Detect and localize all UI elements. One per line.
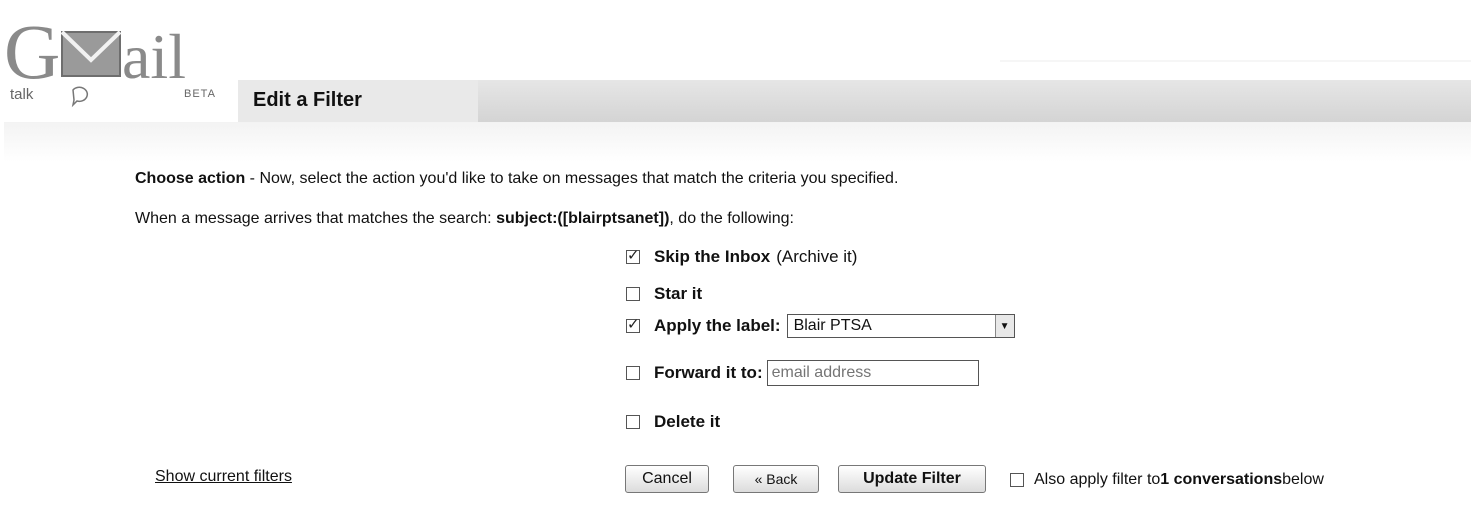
apply-existing-count: 1 conversations <box>1160 471 1283 488</box>
apply-label-label: Apply the label: <box>654 316 781 335</box>
forward-email-input[interactable] <box>766 360 979 386</box>
match-prefix: When a message arrives that matches the … <box>135 210 497 227</box>
forward-checkbox[interactable] <box>626 366 640 380</box>
apply-existing-checkbox[interactable] <box>1010 473 1024 487</box>
instructions: Choose action - Now, select the action y… <box>135 170 898 188</box>
apply-existing-suffix: below <box>1282 471 1324 488</box>
action-apply-label[interactable]: Apply the label: Blair PTSA ▼ <box>626 313 1015 339</box>
match-description: When a message arrives that matches the … <box>135 210 794 228</box>
show-current-filters-link[interactable]: Show current filters <box>155 468 292 486</box>
skip-inbox-checkbox[interactable] <box>626 246 640 264</box>
skip-inbox-note: (Archive it) <box>776 247 858 266</box>
gmail-logo[interactable]: G ail talk BETA <box>4 8 229 120</box>
back-button[interactable]: « Back <box>733 465 819 493</box>
action-delete[interactable]: Delete it <box>626 409 720 435</box>
action-skip-inbox[interactable]: Skip the Inbox (Archive it) <box>626 244 857 270</box>
instructions-lead: Choose action <box>135 170 246 187</box>
star-checkbox[interactable] <box>626 287 640 301</box>
apply-existing-prefix: Also apply filter to <box>1034 471 1161 488</box>
chevron-down-icon[interactable]: ▼ <box>994 315 1014 337</box>
forward-label: Forward it to: <box>654 363 763 382</box>
talk-label: talk <box>10 86 34 103</box>
action-star[interactable]: Star it <box>626 281 702 307</box>
label-select-value: Blair PTSA <box>793 317 872 334</box>
match-query: subject:([blairptsanet]) <box>496 210 670 227</box>
delete-label: Delete it <box>654 412 721 431</box>
instructions-text: - Now, select the action you'd like to t… <box>245 170 899 187</box>
svg-text:G: G <box>4 8 60 95</box>
skip-inbox-label: Skip the Inbox <box>654 247 771 266</box>
cancel-button[interactable]: Cancel <box>625 465 709 493</box>
page-title: Edit a Filter <box>253 89 362 111</box>
delete-checkbox[interactable] <box>626 415 640 429</box>
action-forward[interactable]: Forward it to: <box>626 360 979 386</box>
svg-text:ail: ail <box>122 21 186 92</box>
apply-to-existing[interactable]: Also apply filter to 1 conversations bel… <box>1010 471 1324 489</box>
beta-label: BETA <box>184 88 216 100</box>
update-filter-button[interactable]: Update Filter <box>838 465 986 493</box>
gmail-logo-graphic: G ail <box>4 8 186 108</box>
star-label: Star it <box>654 284 703 303</box>
label-select[interactable]: Blair PTSA ▼ <box>786 314 1015 338</box>
match-suffix: , do the following: <box>669 210 794 227</box>
apply-label-checkbox[interactable] <box>626 315 640 333</box>
